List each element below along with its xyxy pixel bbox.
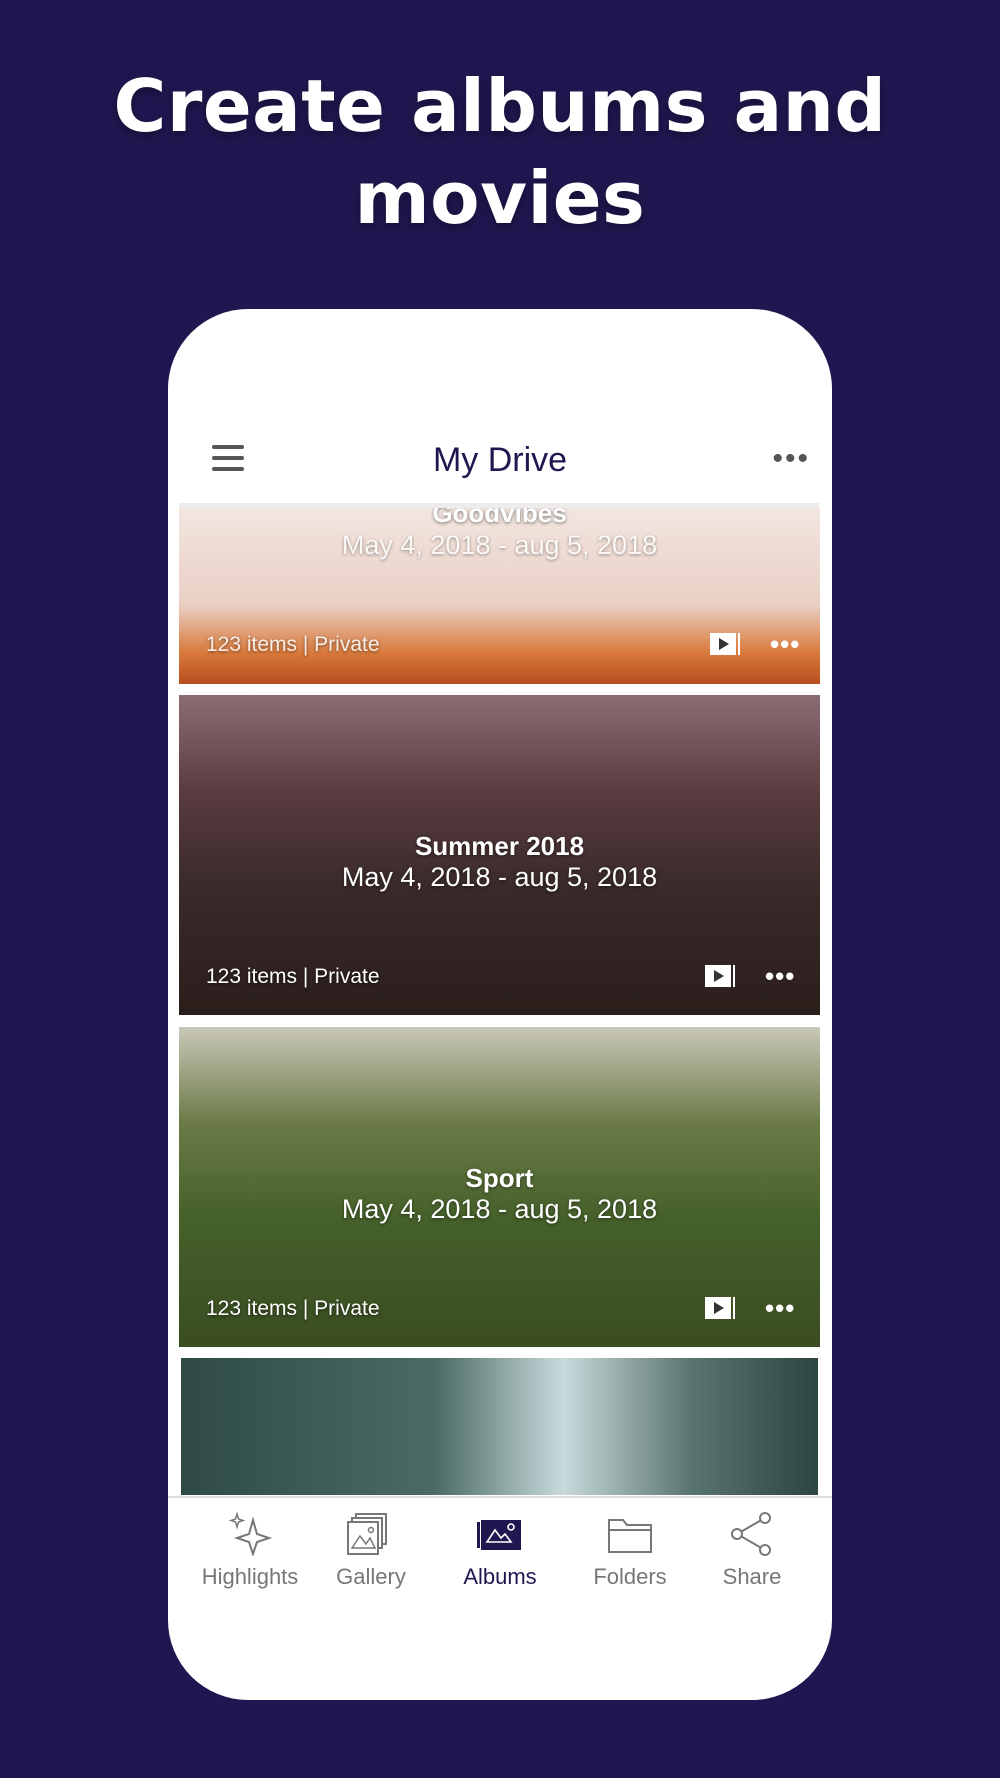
gallery-icon bbox=[347, 1513, 387, 1555]
headline-line-2: movies bbox=[354, 156, 646, 240]
share-icon bbox=[731, 1512, 771, 1556]
tab-share[interactable]: Share bbox=[697, 1512, 807, 1590]
album-meta: 123 items | Private bbox=[206, 1297, 380, 1320]
album-more-icon[interactable]: ••• bbox=[765, 963, 795, 989]
play-movie-icon[interactable] bbox=[704, 1296, 736, 1320]
tab-label: Gallery bbox=[336, 1564, 406, 1589]
tab-folders[interactable]: Folders bbox=[575, 1512, 685, 1590]
sparkle-icon bbox=[228, 1512, 273, 1556]
tab-gallery[interactable]: Gallery bbox=[316, 1512, 426, 1590]
phone-frame: My Drive ••• Goodvibes May 4, 2018 - aug… bbox=[168, 309, 832, 1700]
folder-icon bbox=[608, 1519, 652, 1553]
more-dots-icon[interactable]: ••• bbox=[772, 444, 810, 474]
album-meta: 123 items | Private bbox=[206, 633, 380, 656]
play-movie-icon[interactable] bbox=[709, 632, 741, 656]
album-card-waterfall[interactable] bbox=[181, 1358, 818, 1495]
album-more-icon[interactable]: ••• bbox=[765, 1295, 795, 1321]
page-title: My Drive bbox=[432, 441, 568, 479]
album-cover-image bbox=[181, 1358, 818, 1495]
album-more-icon[interactable]: ••• bbox=[770, 631, 800, 657]
album-name: Summer 2018 bbox=[414, 831, 585, 861]
tab-highlights[interactable]: Highlights bbox=[195, 1512, 305, 1590]
play-movie-icon[interactable] bbox=[704, 964, 736, 988]
album-card-sport[interactable]: Sport May 4, 2018 - aug 5, 2018 123 item… bbox=[179, 1027, 820, 1347]
tab-label: Share bbox=[722, 1564, 782, 1589]
album-dates: May 4, 2018 - aug 5, 2018 bbox=[341, 862, 658, 892]
tab-label: Folders bbox=[593, 1564, 667, 1589]
tab-albums[interactable]: Albums bbox=[445, 1512, 555, 1590]
album-card-goodvibes[interactable]: Goodvibes May 4, 2018 - aug 5, 2018 123 … bbox=[179, 508, 820, 684]
tab-label: Highlights bbox=[201, 1564, 299, 1589]
album-name: Sport bbox=[465, 1163, 534, 1193]
album-name: Goodvibes bbox=[432, 508, 567, 528]
albums-icon bbox=[477, 1520, 521, 1550]
headline-line-1: Create albums and bbox=[113, 64, 887, 148]
bottom-tab-bar: Highlights Gallery Albums Folders Share bbox=[168, 1496, 832, 1618]
app-header: My Drive ••• bbox=[168, 429, 832, 509]
album-card-summer-2018[interactable]: Summer 2018 May 4, 2018 - aug 5, 2018 12… bbox=[179, 695, 820, 1015]
album-dates: May 4, 2018 - aug 5, 2018 bbox=[341, 530, 658, 560]
album-dates: May 4, 2018 - aug 5, 2018 bbox=[341, 1194, 658, 1224]
album-meta: 123 items | Private bbox=[206, 965, 380, 988]
tab-label: Albums bbox=[463, 1564, 537, 1589]
headline: Create albums and movies bbox=[0, 60, 1000, 244]
